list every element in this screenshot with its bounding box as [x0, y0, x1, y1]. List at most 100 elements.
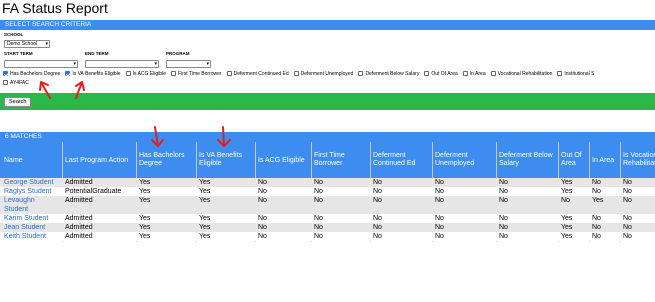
school-select[interactable]: Demo School ▾: [4, 40, 50, 48]
column-header-va-benefits[interactable]: Is VA Benefits Eligible: [199, 152, 253, 168]
table-cell: No: [592, 233, 601, 240]
table-cell: Yes: [592, 197, 604, 204]
table-cell: No: [499, 188, 508, 195]
checkbox-deferment-below-salary[interactable]: Deferment Below Salary: [358, 71, 419, 77]
table-cell: Yes: [139, 224, 151, 231]
table-cell: No: [592, 188, 601, 195]
start-term-label: START TERM: [4, 51, 33, 56]
student-name-link[interactable]: Raglys Student: [4, 187, 60, 196]
checkbox-in-area[interactable]: In Area: [462, 71, 486, 77]
column-header-deferment-continued-ed[interactable]: Deferment Continued Ed: [373, 152, 423, 168]
filter-checkboxes: Has Bachelors Degree Is VA Benefits Elig…: [3, 69, 599, 78]
end-term-select[interactable]: ▾: [85, 60, 159, 68]
table-cell: Admitted: [65, 197, 93, 204]
table-cell: No: [499, 179, 508, 186]
checkbox-icon: [424, 71, 430, 76]
checkbox-first-time-borrower[interactable]: First Time Borrower: [170, 71, 222, 77]
table-cell: No: [592, 224, 601, 231]
table-cell: Admitted: [65, 215, 93, 222]
column-header-out-of-area[interactable]: Out Of Area: [561, 152, 587, 168]
chevron-down-icon: ▾: [154, 61, 157, 67]
table-cell: No: [499, 215, 508, 222]
student-name-link[interactable]: George Student: [4, 178, 60, 187]
column-header-has-bachelors[interactable]: Has Bachelors Degree: [139, 152, 194, 168]
table-cell: No: [499, 197, 508, 204]
column-header-in-area[interactable]: In Area: [592, 157, 614, 165]
column-header-vocational-rehab[interactable]: Is Vocation Rehabilitat: [623, 152, 655, 168]
checkbox-icon: [125, 71, 131, 76]
table-cell: No: [373, 233, 382, 240]
table-cell: Yes: [199, 215, 211, 222]
table-row: Karim Student Admitted Yes Yes No No No No No Yes…: [0, 214, 655, 223]
checkbox-deferment-unemployed[interactable]: Deferment Unemployed: [293, 71, 353, 77]
table-row: Keith Student Admitted Yes Yes No No No No No Yes…: [0, 232, 655, 241]
start-term-select[interactable]: ▾: [4, 60, 78, 68]
checkbox-deferment-continued-ed[interactable]: Deferment Continued Ed: [226, 71, 289, 77]
program-select[interactable]: ▾: [166, 60, 211, 68]
student-name-link[interactable]: Jean Student: [4, 223, 60, 232]
table-cell: No: [314, 224, 323, 231]
checkbox-institutional[interactable]: Institutional S: [557, 71, 594, 77]
table-cell: No: [623, 188, 632, 195]
column-header-deferment-below-salary[interactable]: Deferment Below Salary: [499, 152, 557, 168]
table-cell: No: [373, 197, 382, 204]
school-select-value: Demo School: [7, 41, 38, 47]
table-cell: Yes: [139, 233, 151, 240]
column-header-acg-eligible[interactable]: Is ACG Eligible: [258, 157, 305, 165]
checkbox-label: Has Bachelors Degree: [10, 70, 61, 77]
student-name-link[interactable]: Keith Student: [4, 232, 60, 241]
chevron-down-icon: ▾: [206, 61, 209, 67]
table-cell: No: [314, 197, 323, 204]
table-cell: No: [435, 233, 444, 240]
table-cell: No: [623, 215, 632, 222]
student-name-link[interactable]: Karim Student: [4, 214, 60, 223]
page-title: FA Status Report: [2, 0, 108, 16]
checkbox-acg-eligible[interactable]: Is ACG Eligible: [125, 70, 166, 77]
checkbox-label: Deferment Below Salary: [365, 70, 420, 77]
criteria-header: SELECT SEARCH CRITERIA: [0, 20, 655, 30]
table-cell: No: [435, 179, 444, 186]
table-cell: No: [623, 179, 632, 186]
table-cell: No: [373, 179, 382, 186]
table-cell: Yes: [561, 224, 573, 231]
table-cell: Yes: [199, 224, 211, 231]
table-cell: Yes: [139, 179, 151, 186]
table-cell: No: [435, 188, 444, 195]
table-cell: Yes: [561, 188, 573, 195]
table-cell: Yes: [139, 215, 151, 222]
column-header-last-program-action[interactable]: Last Program Action: [65, 157, 128, 165]
checkbox-icon: [293, 71, 299, 76]
school-label: SCHOOL: [4, 32, 24, 37]
table-cell: Admitted: [65, 179, 93, 186]
search-button[interactable]: Search: [4, 97, 32, 107]
student-name-link[interactable]: Levaughn Student: [4, 196, 60, 214]
table-row: George Student Admitted Yes Yes No No No No No Ye…: [0, 178, 655, 187]
checkbox-icon: [170, 71, 176, 76]
table-cell: Admitted: [65, 233, 93, 240]
table-cell: No: [314, 188, 323, 195]
checkbox-label: Is ACG Eligible: [132, 70, 166, 77]
checkbox-icon: [226, 71, 232, 76]
table-cell: No: [499, 233, 508, 240]
column-header-first-time-borrower[interactable]: First Time Borrower: [314, 152, 364, 168]
table-cell: No: [592, 179, 601, 186]
table-cell: Yes: [561, 233, 573, 240]
checkbox-out-of-area[interactable]: Out Of Area: [424, 71, 458, 77]
column-header-deferment-unemployed[interactable]: Deferment Unemployed: [435, 152, 485, 168]
checkbox-icon: [490, 71, 496, 76]
table-cell: No: [314, 233, 323, 240]
table-cell: No: [623, 233, 632, 240]
checkbox-has-bachelors[interactable]: Has Bachelors Degree: [3, 71, 60, 77]
checkbox-label: Vocational Rehabilitation: [497, 70, 553, 77]
table-cell: No: [373, 224, 382, 231]
table-cell: No: [592, 215, 601, 222]
checkbox-vocational-rehab[interactable]: Vocational Rehabilitation: [490, 70, 553, 77]
checkbox-label: Institutional S: [564, 70, 595, 77]
checkbox-va-benefits[interactable]: Is VA Benefits Eligible: [65, 71, 121, 77]
checkbox-ay4fac[interactable]: AY4FAC: [3, 80, 29, 86]
table-cell: PotentialGraduate: [65, 188, 122, 195]
table-cell: Admitted: [65, 224, 93, 231]
column-header-name[interactable]: Name: [4, 157, 23, 165]
table-cell: No: [258, 179, 267, 186]
checkbox-icon: [3, 80, 8, 85]
